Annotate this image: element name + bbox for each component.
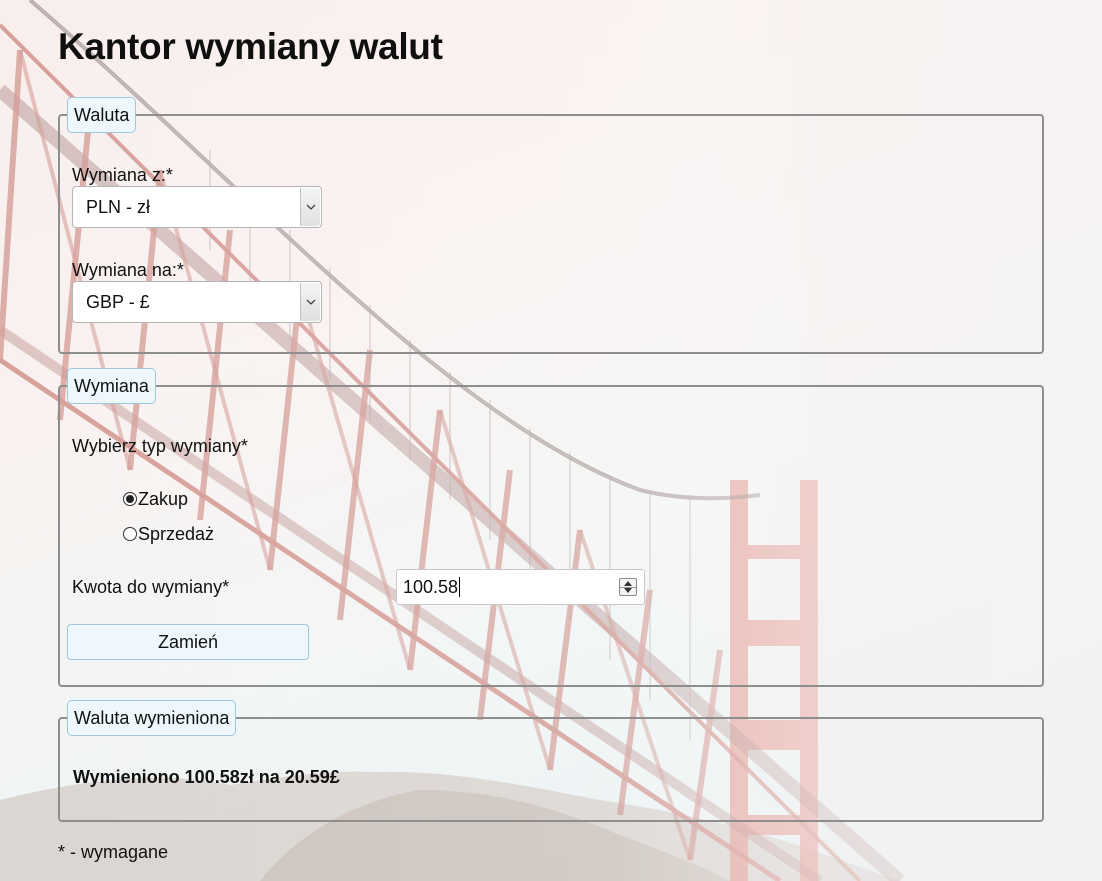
page: Kantor wymiany walut Waluta Wymiana z:* … [0, 0, 1102, 881]
spinner-down-icon[interactable] [624, 588, 632, 593]
currency-fieldset: Waluta Wymiana z:* PLN - zł Wymiana na:*… [58, 97, 1044, 354]
exchange-legend: Wymiana [67, 368, 156, 404]
radio-option-sprzedaz[interactable]: Sprzedaż [123, 524, 214, 545]
page-title: Kantor wymiany walut [58, 26, 443, 67]
chevron-down-icon[interactable] [300, 188, 320, 226]
result-fieldset: Waluta wymieniona Wymieniono 100.58zł na… [58, 700, 1044, 822]
radio-button[interactable] [123, 527, 137, 541]
amount-value: 100.58 [403, 577, 459, 597]
exchange-result-text: Wymieniono 100.58zł na 20.59£ [73, 767, 340, 787]
exchange-type-label: Wybierz typ wymiany* [72, 436, 248, 456]
exchange-submit-button[interactable]: Zamień [67, 624, 309, 660]
to-currency-select[interactable]: GBP - £ [72, 281, 322, 323]
required-footnote: * - wymagane [58, 842, 169, 862]
radio-label-sprzedaz: Sprzedaż [138, 524, 215, 544]
chevron-down-icon[interactable] [300, 283, 320, 321]
from-currency-value: PLN - zł [86, 197, 151, 217]
from-currency-label: Wymiana z:* [72, 165, 173, 185]
radio-option-zakup[interactable]: Zakup [123, 489, 188, 510]
radio-button-checked[interactable] [123, 492, 137, 506]
to-currency-value: GBP - £ [86, 292, 150, 312]
text-caret [459, 577, 461, 597]
amount-label: Kwota do wymiany* [72, 577, 230, 597]
result-legend: Waluta wymieniona [67, 700, 237, 736]
amount-input[interactable]: 100.58 [396, 569, 645, 605]
currency-legend: Waluta [67, 97, 137, 133]
to-currency-label: Wymiana na:* [72, 260, 184, 280]
radio-label-zakup: Zakup [138, 489, 189, 509]
exchange-fieldset: Wymiana Wybierz typ wymiany* Zakup Sprze… [58, 368, 1044, 687]
from-currency-select[interactable]: PLN - zł [72, 186, 322, 228]
number-spinner-icon[interactable] [619, 578, 637, 596]
spinner-up-icon[interactable] [624, 581, 632, 586]
